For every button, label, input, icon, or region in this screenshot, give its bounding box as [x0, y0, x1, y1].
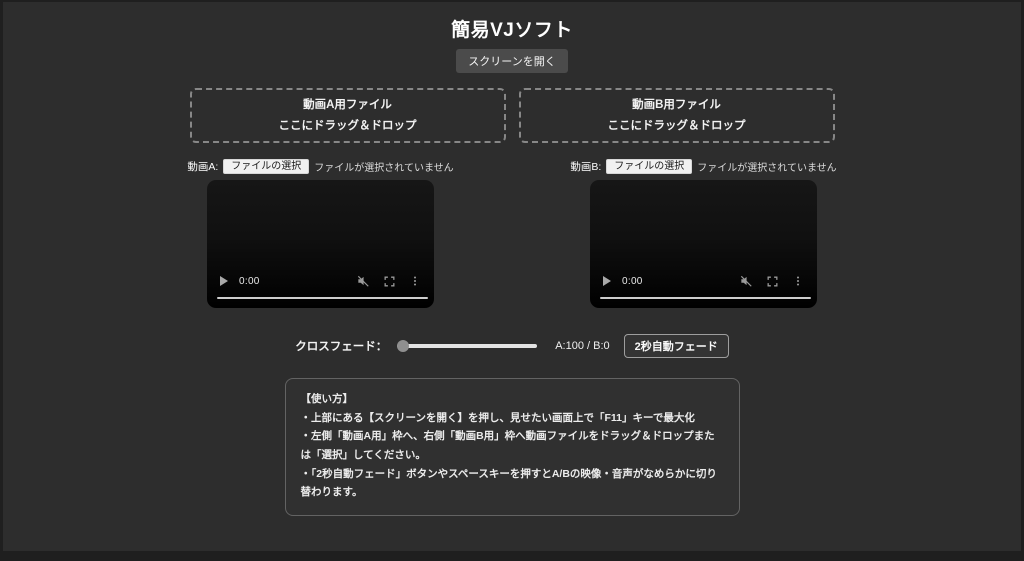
- video-row: 動画A: ファイルの選択 ファイルが選択されていません 0:00 動画B: ファ…: [3, 159, 1021, 308]
- dropzone-a-line2: ここにドラッグ＆ドロップ: [278, 119, 417, 132]
- open-screen-button[interactable]: スクリーンを開く: [456, 49, 568, 73]
- auto-fade-button[interactable]: 2秒自動フェード: [623, 334, 729, 358]
- file-input-row-a: 動画A: ファイルの選択 ファイルが選択されていません: [187, 159, 454, 174]
- crossfade-label: クロスフェード：: [295, 341, 388, 353]
- overflow-menu-icon[interactable]: [409, 275, 421, 287]
- video-b-current-time: 0:00: [622, 275, 643, 287]
- video-player-a[interactable]: 0:00: [207, 180, 434, 308]
- open-screen-row: スクリーンを開く: [3, 49, 1021, 73]
- file-input-row-b: 動画B: ファイルの選択 ファイルが選択されていません: [570, 159, 837, 174]
- video-column-b: 動画B: ファイルの選択 ファイルが選択されていません 0:00: [570, 159, 837, 308]
- usage-item: ・左側「動画A用」枠へ、右側「動画B用」枠へ動画ファイルをドラッグ＆ドロップまた…: [300, 430, 715, 462]
- video-column-a: 動画A: ファイルの選択 ファイルが選択されていません 0:00: [187, 159, 454, 308]
- file-status-b: ファイルが選択されていません: [697, 163, 837, 174]
- dropzone-b-line2: ここにドラッグ＆ドロップ: [607, 119, 746, 132]
- dropzone-video-b[interactable]: 動画B用ファイル ここにドラッグ＆ドロップ: [518, 88, 835, 143]
- video-b-right-controls: [739, 274, 804, 288]
- play-icon[interactable]: [220, 276, 228, 286]
- fullscreen-icon[interactable]: [383, 275, 396, 288]
- overflow-menu-icon[interactable]: [792, 275, 804, 287]
- fullscreen-icon[interactable]: [766, 275, 779, 288]
- file-choose-button-b[interactable]: ファイルの選択: [606, 159, 693, 174]
- dropzone-row: 動画A用ファイル ここにドラッグ＆ドロップ 動画B用ファイル ここにドラッグ＆ド…: [3, 88, 1021, 143]
- video-a-controls: 0:00: [207, 271, 434, 291]
- video-a-right-controls: [356, 274, 421, 288]
- usage-box: 【使い方】 ・上部にある【スクリーンを開く】を押し、見せたい画面上で「F11」キ…: [284, 378, 740, 517]
- file-label-a: 動画A:: [187, 161, 219, 173]
- dropzone-a-line1: 動画A用ファイル: [303, 98, 392, 111]
- file-label-b: 動画B:: [570, 161, 602, 173]
- dropzone-b-line1: 動画B用ファイル: [632, 98, 721, 111]
- crossfade-value-text: A:100 / B:0: [555, 340, 610, 352]
- crossfade-slider[interactable]: [397, 340, 538, 352]
- mute-icon[interactable]: [356, 274, 370, 288]
- video-b-controls: 0:00: [590, 271, 817, 291]
- video-a-current-time: 0:00: [239, 275, 260, 287]
- crossfade-row: クロスフェード： A:100 / B:0 2秒自動フェード: [3, 334, 1021, 358]
- video-a-seekbar[interactable]: [217, 297, 428, 299]
- usage-title: 【使い方】: [300, 393, 354, 405]
- usage-item: ・上部にある【スクリーンを開く】を押し、見せたい画面上で「F11」キーで最大化: [300, 411, 695, 424]
- app-window: 簡易VJソフト スクリーンを開く 動画A用ファイル ここにドラッグ＆ドロップ 動…: [3, 2, 1021, 551]
- mute-icon[interactable]: [739, 274, 753, 288]
- page-title: 簡易VJソフト: [451, 20, 573, 41]
- play-icon[interactable]: [603, 276, 611, 286]
- usage-item: ・「2秒自動フェード」ボタンやスペースキーを押すとA/Bの映像・音声がなめらかに…: [300, 467, 717, 499]
- file-status-a: ファイルが選択されていません: [314, 163, 454, 174]
- dropzone-video-a[interactable]: 動画A用ファイル ここにドラッグ＆ドロップ: [189, 88, 506, 143]
- video-b-seekbar[interactable]: [600, 297, 811, 299]
- file-choose-button-a[interactable]: ファイルの選択: [223, 159, 310, 174]
- video-player-b[interactable]: 0:00: [590, 180, 817, 308]
